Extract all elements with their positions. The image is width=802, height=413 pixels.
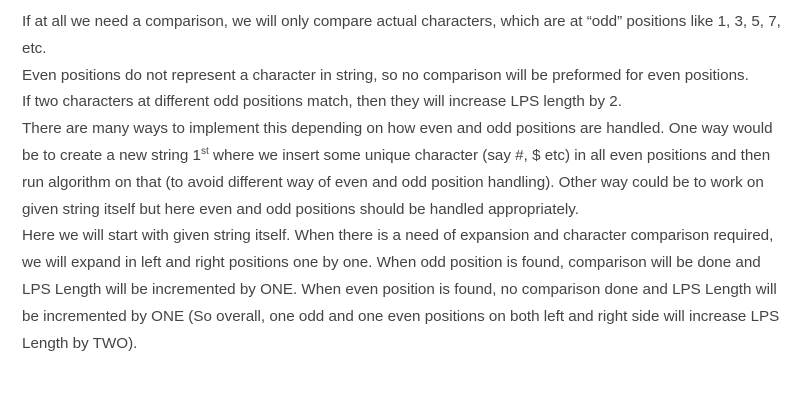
ordinal-superscript: st bbox=[200, 145, 209, 157]
paragraph-lps-increase: If two characters at different odd posit… bbox=[22, 93, 622, 111]
paragraph-implementation-ways: There are many ways to implement this de… bbox=[22, 116, 790, 223]
paragraph-even-positions: Even positions do not represent a charac… bbox=[22, 66, 749, 84]
article-body: If at all we need a comparison, we will … bbox=[22, 9, 790, 357]
paragraph-expansion-approach: Here we will start with given string its… bbox=[22, 227, 780, 352]
paragraph-odd-positions: If at all we need a comparison, we will … bbox=[22, 13, 781, 57]
